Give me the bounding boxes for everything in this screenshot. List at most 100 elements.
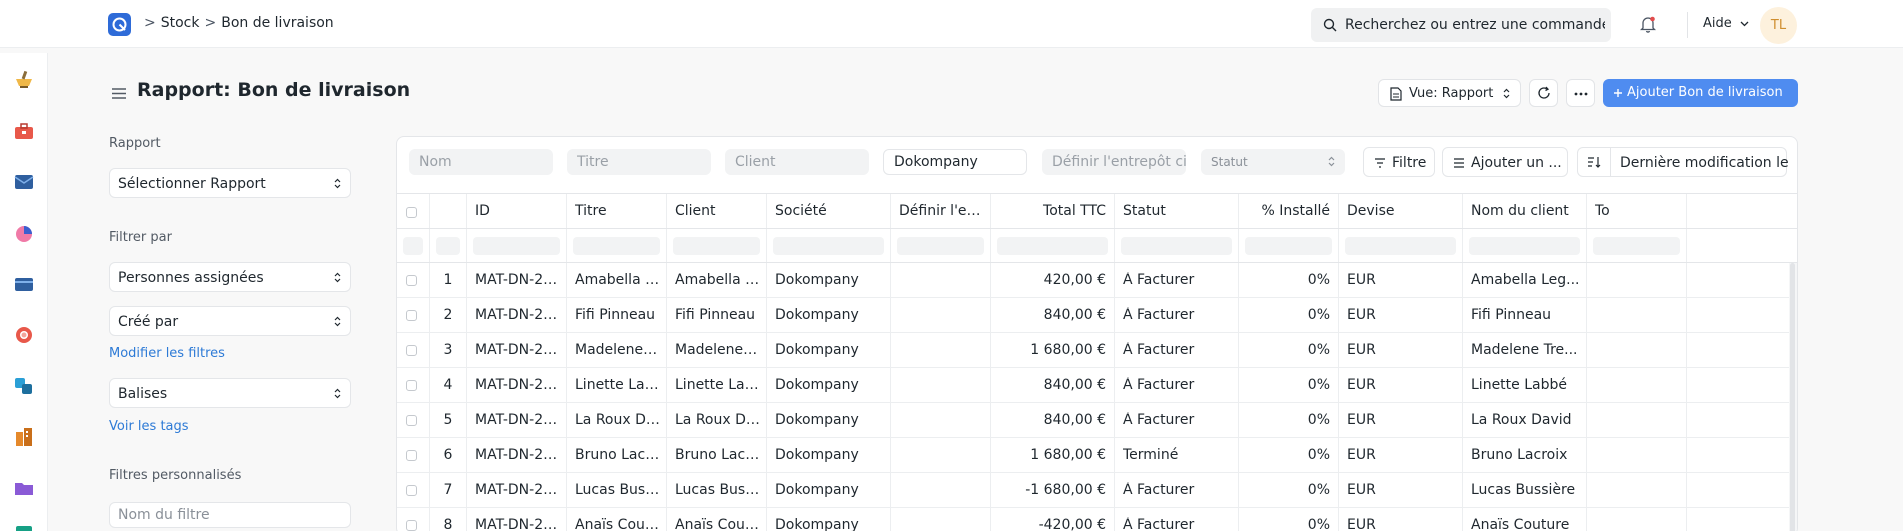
filter-button[interactable]: Filtre (1363, 147, 1435, 177)
cell-id-value: MAT-DN-202... (475, 307, 560, 323)
sort-button[interactable]: Dernière modification le (1577, 147, 1789, 177)
column-header[interactable]: Devise (1339, 194, 1463, 228)
table-row[interactable]: 4 MAT-DN-202... Linette Labbé Linette Labbé… (397, 368, 1797, 403)
cell-status: À Facturer (1115, 368, 1239, 402)
column-filter-input[interactable] (403, 237, 423, 255)
breadcrumb-stock[interactable]: Stock (161, 15, 200, 31)
row-checkbox[interactable] (406, 275, 417, 286)
select-arrows-icon (334, 272, 341, 283)
toolbox-icon[interactable] (13, 120, 35, 142)
view-switcher-button[interactable]: Vue: Rapport (1378, 79, 1521, 107)
refresh-button[interactable] (1529, 79, 1558, 107)
edit-filters-link[interactable]: Modifier les filtres (109, 346, 225, 361)
cell-total-value: 840,00 € (1043, 307, 1106, 323)
column-filter-input[interactable] (1469, 237, 1580, 255)
folder-icon[interactable] (13, 477, 35, 499)
cell-n: 7 (430, 473, 467, 507)
more-actions-button[interactable] (1566, 79, 1595, 107)
book-icon[interactable] (13, 523, 35, 531)
column-filter-input[interactable] (436, 237, 460, 255)
cell-currency-value: EUR (1347, 377, 1376, 393)
lifebuoy-icon[interactable] (13, 324, 35, 346)
column-header[interactable]: Nom du client (1463, 194, 1587, 228)
column-filter-input[interactable] (1593, 237, 1680, 255)
shapes-icon[interactable] (13, 375, 35, 397)
column-header[interactable]: ID (467, 194, 567, 228)
scrollbar-thumb[interactable] (1790, 263, 1795, 531)
buildings-icon[interactable] (13, 426, 35, 448)
table-row[interactable]: 7 MAT-DN-202... Lucas Bussière Lucas Bussiè… (397, 473, 1797, 508)
mortar-icon[interactable] (13, 69, 35, 91)
sort-direction-toggle[interactable] (1578, 148, 1611, 176)
column-header[interactable]: Société (767, 194, 891, 228)
column-filter-input[interactable] (897, 237, 984, 255)
row-checkbox[interactable] (406, 450, 417, 461)
view-tags-link[interactable]: Voir les tags (109, 419, 189, 434)
search-bar[interactable] (1311, 8, 1611, 42)
column-header[interactable]: Statut (1115, 194, 1239, 228)
table-row[interactable]: 1 MAT-DN-202... Amabella Leg... Amabella Le… (397, 263, 1797, 298)
add-delivery-note-button[interactable]: Ajouter Bon de livraison (1603, 79, 1798, 107)
column-filter-input[interactable] (1345, 237, 1456, 255)
column-header[interactable]: Client (667, 194, 767, 228)
filter-title-input[interactable] (567, 149, 711, 175)
filter-name-field[interactable] (109, 502, 351, 528)
column-filter-input[interactable] (1245, 237, 1332, 255)
row-checkbox[interactable] (406, 310, 417, 321)
app-logo[interactable] (108, 13, 131, 36)
row-checkbox[interactable] (406, 345, 417, 356)
column-filter-input[interactable] (573, 237, 660, 255)
filter-warehouse-input[interactable] (1042, 149, 1186, 175)
assigned-to-select[interactable]: Personnes assignées (109, 262, 351, 292)
cell-client-value: Madelene Tre... (675, 342, 760, 358)
column-filter-input[interactable] (773, 237, 884, 255)
view-label: Vue: Rapport (1409, 86, 1494, 101)
column-header[interactable]: Total TTC (991, 194, 1115, 228)
filter-name-input[interactable] (409, 149, 553, 175)
cell-status: À Facturer (1115, 263, 1239, 297)
filter-name-input[interactable] (118, 507, 338, 523)
filter-company-input[interactable] (883, 149, 1027, 175)
table-row[interactable]: 2 MAT-DN-202... Fifi Pinneau Fifi Pinneau Do… (397, 298, 1797, 333)
column-header[interactable]: To (1587, 194, 1687, 228)
table-row[interactable]: 8 MAT-DN-202... Anaïs Couture Anaïs Couture… (397, 508, 1797, 531)
header-select-all-cell (397, 194, 430, 228)
report-select[interactable]: Sélectionner Rapport (109, 168, 351, 198)
cell-status: À Facturer (1115, 473, 1239, 507)
column-header-label: Devise (1347, 203, 1395, 219)
help-dropdown[interactable]: Aide (1703, 16, 1749, 31)
column-filter-input[interactable] (997, 237, 1108, 255)
notification-bell-icon[interactable] (1640, 15, 1656, 33)
cell-installed-value: 0% (1307, 517, 1330, 531)
column-filter-input[interactable] (473, 237, 560, 255)
user-avatar[interactable]: TL (1760, 7, 1797, 44)
row-checkbox[interactable] (406, 485, 417, 496)
columns-icon (1454, 158, 1464, 168)
search-input[interactable] (1345, 15, 1605, 35)
filter-status-select[interactable]: Statut (1201, 149, 1345, 175)
column-header[interactable]: Titre (567, 194, 667, 228)
filter-client-input[interactable] (725, 149, 869, 175)
add-column-button[interactable]: Ajouter un ... (1442, 147, 1568, 177)
created-by-select[interactable]: Créé par (109, 306, 351, 336)
cell-title: Anaïs Couture (567, 508, 667, 531)
row-checkbox[interactable] (406, 380, 417, 391)
column-filter-input[interactable] (673, 237, 760, 255)
column-header[interactable]: % Installé (1239, 194, 1339, 228)
table-row[interactable]: 6 MAT-DN-202... Bruno Lacroix Bruno Lacroix… (397, 438, 1797, 473)
breadcrumb-delivery-note[interactable]: Bon de livraison (221, 15, 333, 31)
select-all-checkbox[interactable] (406, 207, 417, 218)
row-checkbox[interactable] (406, 415, 417, 426)
table-row[interactable]: 3 MAT-DN-202... Madelene Tre... Madelene Tr… (397, 333, 1797, 368)
column-header[interactable]: Définir l'entr... (891, 194, 991, 228)
column-filter-input[interactable] (1121, 237, 1232, 255)
table-scrollbar[interactable] (1789, 263, 1797, 531)
wallet-icon[interactable] (13, 273, 35, 295)
tags-select[interactable]: Balises (109, 378, 351, 408)
menu-toggle-icon[interactable] (111, 87, 127, 100)
table-row[interactable]: 5 MAT-DN-202... La Roux David La Roux David… (397, 403, 1797, 438)
pie-chart-icon[interactable] (13, 222, 35, 244)
cell-installed: 0% (1239, 403, 1339, 437)
envelope-icon[interactable] (13, 171, 35, 193)
row-checkbox[interactable] (406, 520, 417, 531)
